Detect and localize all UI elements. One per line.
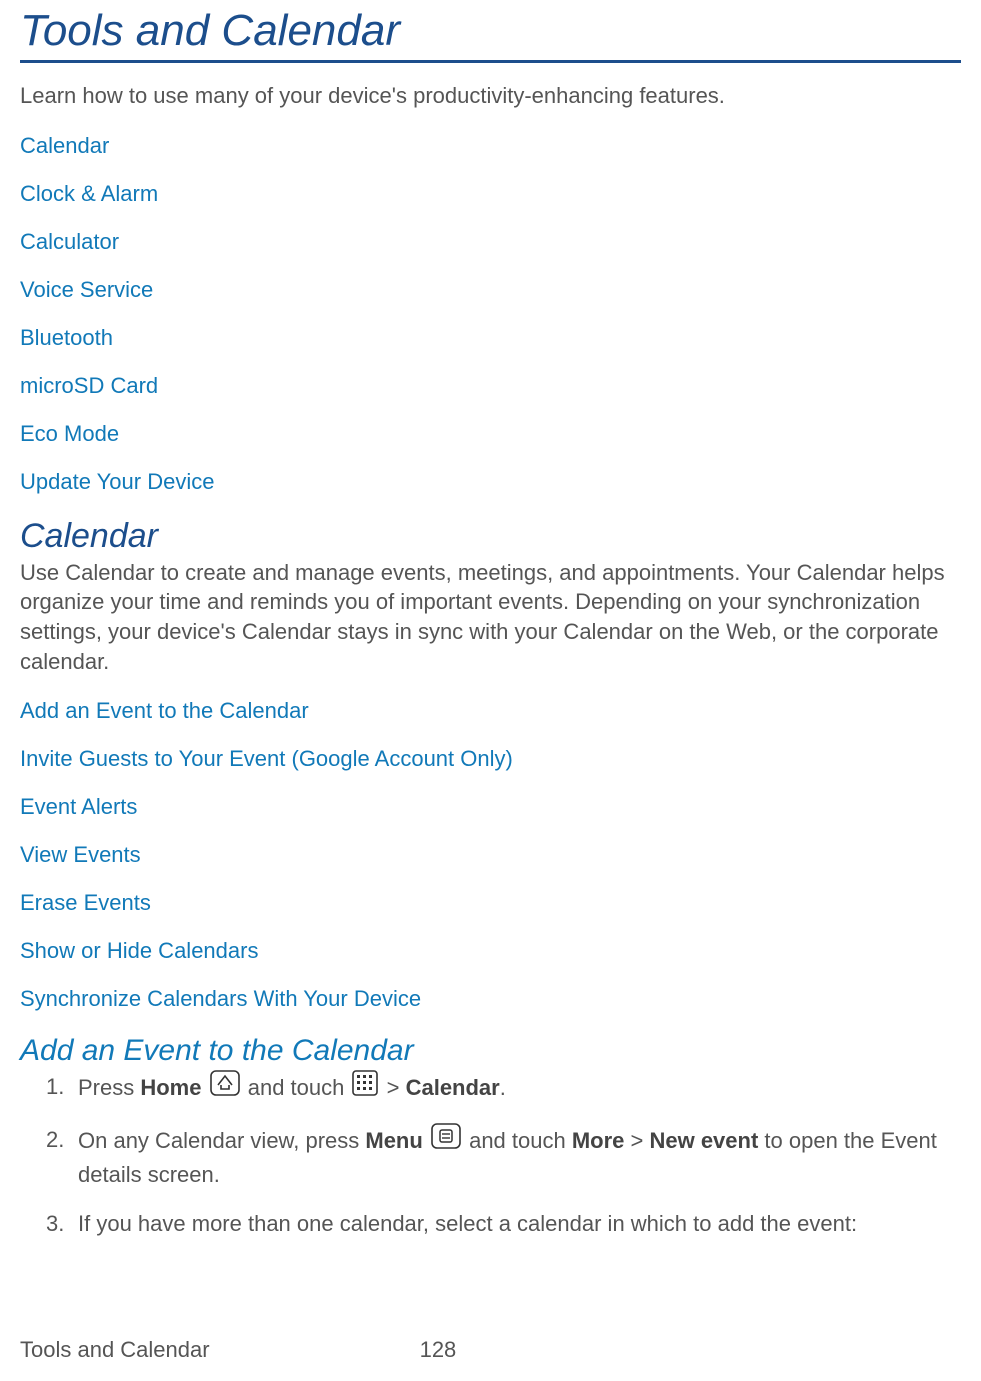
link-erase-events[interactable]: Erase Events	[20, 890, 961, 916]
section-title-calendar: Calendar	[20, 517, 961, 556]
step2-t2: and touch	[469, 1128, 572, 1153]
footer-page-number: 128	[210, 1337, 961, 1363]
step2-t1: On any Calendar view, press	[78, 1128, 365, 1153]
subsection-title-add-event: Add an Event to the Calendar	[20, 1034, 961, 1068]
step1-home: Home	[140, 1076, 201, 1101]
toc-link-bluetooth[interactable]: Bluetooth	[20, 325, 961, 351]
toc-link-microsd[interactable]: microSD Card	[20, 373, 961, 399]
calendar-description: Use Calendar to create and manage events…	[20, 558, 961, 677]
toc-link-calculator[interactable]: Calculator	[20, 229, 961, 255]
step1-and-touch: and touch	[248, 1076, 351, 1101]
toc-link-eco-mode[interactable]: Eco Mode	[20, 421, 961, 447]
step1-press: Press	[78, 1076, 140, 1101]
step-2: On any Calendar view, press Menu and tou…	[46, 1125, 961, 1191]
toc-link-calendar[interactable]: Calendar	[20, 133, 961, 159]
home-icon	[210, 1070, 240, 1105]
menu-icon	[431, 1123, 461, 1158]
step2-newevent: New event	[649, 1128, 758, 1153]
toc-link-clock-alarm[interactable]: Clock & Alarm	[20, 181, 961, 207]
steps-list: Press Home and touch > Calendar. On any …	[46, 1072, 961, 1239]
page-footer: Tools and Calendar 128	[20, 1337, 961, 1363]
link-synchronize-calendars[interactable]: Synchronize Calendars With Your Device	[20, 986, 961, 1012]
step-1: Press Home and touch > Calendar.	[46, 1072, 961, 1107]
footer-section-label: Tools and Calendar	[20, 1337, 210, 1363]
toc-link-voice-service[interactable]: Voice Service	[20, 277, 961, 303]
link-add-event[interactable]: Add an Event to the Calendar	[20, 698, 961, 724]
link-event-alerts[interactable]: Event Alerts	[20, 794, 961, 820]
step2-menu: Menu	[365, 1128, 422, 1153]
step1-dot: .	[500, 1076, 506, 1101]
step1-calendar: Calendar	[406, 1076, 500, 1101]
step1-gt: >	[387, 1076, 406, 1101]
link-invite-guests[interactable]: Invite Guests to Your Event (Google Acco…	[20, 746, 961, 772]
link-show-hide-calendars[interactable]: Show or Hide Calendars	[20, 938, 961, 964]
intro-text: Learn how to use many of your device's p…	[20, 81, 961, 111]
step-3: If you have more than one calendar, sele…	[46, 1209, 961, 1240]
link-view-events[interactable]: View Events	[20, 842, 961, 868]
step2-more: More	[572, 1128, 625, 1153]
apps-grid-icon	[352, 1070, 378, 1105]
page-title: Tools and Calendar	[20, 0, 961, 63]
toc-link-update-device[interactable]: Update Your Device	[20, 469, 961, 495]
step2-gt: >	[624, 1128, 649, 1153]
